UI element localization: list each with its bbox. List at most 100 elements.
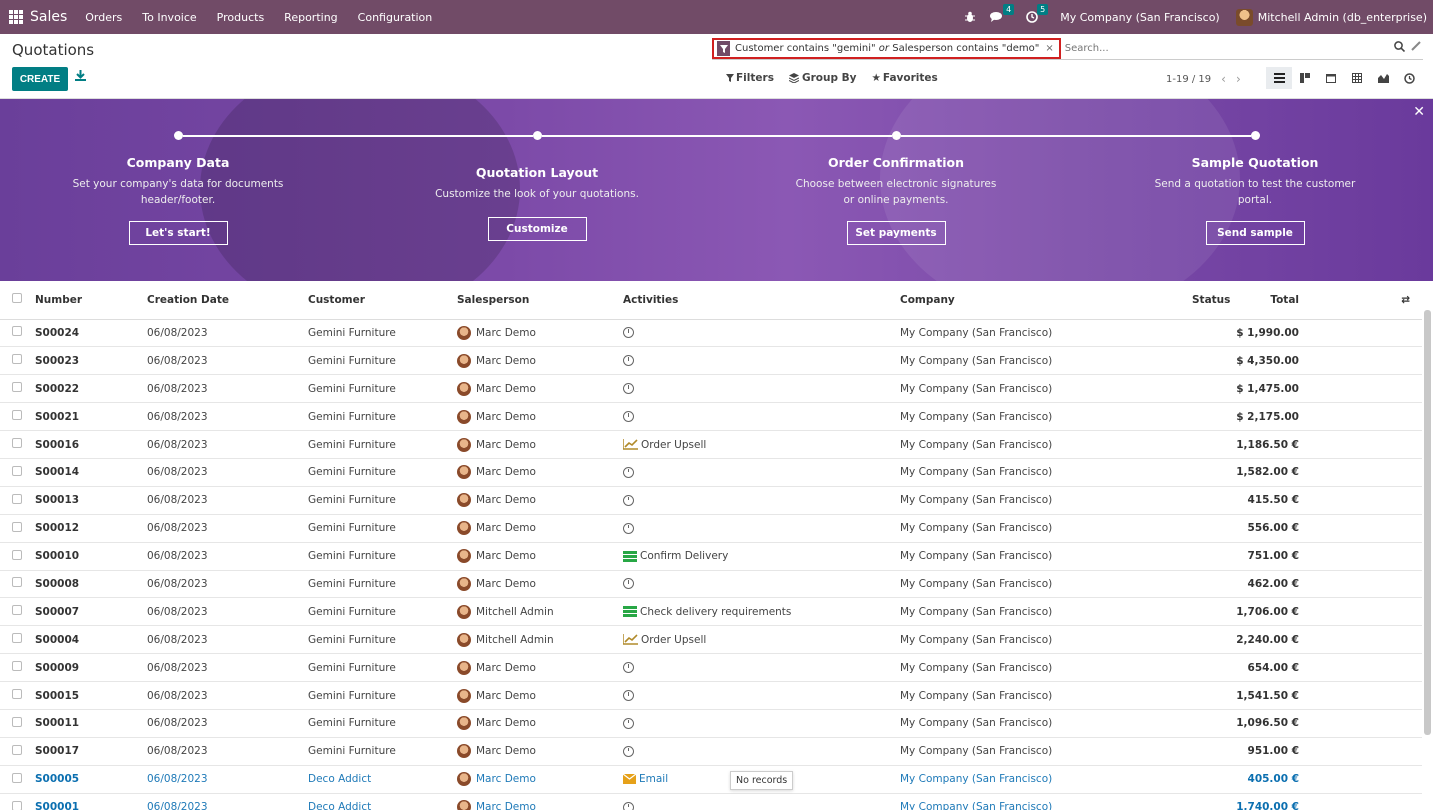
col-creation-date[interactable]: Creation Date <box>147 281 308 320</box>
row-checkbox[interactable] <box>12 577 22 588</box>
col-activities[interactable]: Activities <box>623 281 900 320</box>
row-checkbox[interactable] <box>12 689 22 700</box>
group-by-button[interactable]: Group By <box>788 72 856 84</box>
table-row[interactable]: S00013 06/08/2023 Gemini Furniture Marc Dem… <box>0 486 1422 515</box>
activity-view-icon[interactable] <box>1396 67 1422 89</box>
clock-icon[interactable] <box>623 690 634 702</box>
table-row[interactable]: S00015 06/08/2023 Gemini Furniture Marc Dem… <box>0 681 1422 710</box>
row-checkbox[interactable] <box>12 716 22 727</box>
menu-configuration[interactable]: Configuration <box>358 11 433 24</box>
close-icon[interactable]: ✕ <box>1413 104 1425 120</box>
menu-products[interactable]: Products <box>217 11 265 24</box>
table-row[interactable]: S00005 06/08/2023 Deco Addict Marc Demo Emai… <box>0 765 1422 794</box>
clock-icon[interactable] <box>623 745 634 757</box>
row-checkbox[interactable] <box>12 549 22 560</box>
menu-to-invoice[interactable]: To Invoice <box>142 11 196 24</box>
clock-icon[interactable] <box>623 662 634 674</box>
table-row[interactable]: S00011 06/08/2023 Gemini Furniture Marc Dem… <box>0 709 1422 738</box>
send-sample-button[interactable]: Send sample <box>1205 221 1305 245</box>
customize-button[interactable]: Customize <box>487 217 587 241</box>
menu-orders[interactable]: Orders <box>85 11 122 24</box>
table-row[interactable]: S00010 06/08/2023 Gemini Furniture Marc Dem… <box>0 542 1422 571</box>
col-status[interactable]: Status ⇄ <box>1192 281 1422 320</box>
row-checkbox[interactable] <box>12 661 22 672</box>
col-number[interactable]: Number <box>35 281 147 320</box>
table-row[interactable]: S00012 06/08/2023 Gemini Furniture Marc Dem… <box>0 514 1422 543</box>
table-row[interactable]: S00024 06/08/2023 Gemini Furniture Marc Dem… <box>0 319 1422 348</box>
company-switcher[interactable]: My Company (San Francisco) <box>1060 11 1219 24</box>
row-checkbox[interactable] <box>12 744 22 755</box>
download-icon[interactable] <box>75 70 86 84</box>
clock-icon[interactable] <box>623 522 634 534</box>
row-checkbox[interactable] <box>12 354 22 365</box>
row-checkbox[interactable] <box>12 493 22 504</box>
table-row[interactable]: S00014 06/08/2023 Gemini Furniture Marc Dem… <box>0 458 1422 487</box>
row-checkbox[interactable] <box>12 521 22 532</box>
search-facet[interactable]: Customer contains "gemini" or Salesperso… <box>712 38 1061 59</box>
clock-icon[interactable] <box>623 355 634 367</box>
clock-icon[interactable] <box>623 466 634 478</box>
pivot-view-icon[interactable] <box>1344 67 1370 89</box>
table-row[interactable]: S00016 06/08/2023 Gemini Furniture Marc Dem… <box>0 430 1422 459</box>
filters-button[interactable]: Filters <box>726 72 774 84</box>
clock-icon[interactable] <box>623 327 634 339</box>
kanban-view-icon[interactable] <box>1292 67 1318 89</box>
pager-previous-icon[interactable]: ‹ <box>1221 72 1226 86</box>
row-checkbox[interactable] <box>12 800 22 810</box>
row-checkbox[interactable] <box>12 438 22 448</box>
tasks-icon[interactable] <box>623 550 637 562</box>
tasks-icon[interactable] <box>623 606 637 618</box>
row-checkbox[interactable] <box>12 772 22 783</box>
table-row[interactable]: S00004 06/08/2023 Gemini Furniture Mitchell… <box>0 625 1422 655</box>
row-checkbox[interactable] <box>12 633 22 644</box>
favorites-button[interactable]: ★ Favorites <box>871 72 937 84</box>
row-checkbox[interactable] <box>12 605 22 616</box>
optional-columns-icon[interactable]: ⇄ <box>1401 294 1422 306</box>
table-row[interactable]: S00017 06/08/2023 Gemini Furniture Marc Dem… <box>0 737 1422 766</box>
pager-next-icon[interactable]: › <box>1236 72 1241 86</box>
pencil-icon[interactable] <box>1411 41 1421 54</box>
chart-line-icon[interactable] <box>623 439 638 450</box>
chart-line-icon[interactable] <box>623 634 638 645</box>
table-row[interactable]: S00022 06/08/2023 Gemini Furniture Marc Dem… <box>0 374 1422 404</box>
col-customer[interactable]: Customer <box>308 281 457 320</box>
activities-icon[interactable]: 5 <box>1026 4 1049 23</box>
lets-start-button[interactable]: Let's start! <box>128 221 228 245</box>
messages-icon[interactable]: 4 <box>990 4 1015 23</box>
facet-remove-icon[interactable]: × <box>1045 43 1053 54</box>
calendar-view-icon[interactable] <box>1318 67 1344 89</box>
table-row[interactable]: S00009 06/08/2023 Gemini Furniture Marc Dem… <box>0 653 1422 683</box>
pager-value[interactable]: 1-19 / 19 <box>1166 74 1211 85</box>
col-salesperson[interactable]: Salesperson <box>457 281 623 320</box>
table-row[interactable]: S00008 06/08/2023 Gemini Furniture Marc Dem… <box>0 570 1422 599</box>
list-view-icon[interactable] <box>1266 67 1292 89</box>
row-checkbox[interactable] <box>12 410 22 421</box>
row-checkbox[interactable] <box>12 465 22 476</box>
select-all-checkbox[interactable] <box>12 293 22 304</box>
clock-icon[interactable] <box>623 494 634 506</box>
create-button[interactable]: CREATE <box>12 67 68 91</box>
bug-icon[interactable] <box>964 11 976 23</box>
row-checkbox[interactable] <box>12 326 22 337</box>
user-menu[interactable]: Mitchell Admin (db_enterprise) <box>1235 8 1427 26</box>
menu-reporting[interactable]: Reporting <box>284 11 337 24</box>
clock-icon[interactable] <box>623 411 634 423</box>
app-brand[interactable]: Sales <box>30 9 67 25</box>
clock-icon[interactable] <box>623 578 634 590</box>
graph-view-icon[interactable] <box>1370 67 1396 89</box>
table-row[interactable]: S00001 06/08/2023 Deco Addict Marc Demo My C… <box>0 793 1422 810</box>
clock-icon[interactable] <box>623 801 634 810</box>
clock-icon[interactable] <box>623 717 634 729</box>
set-payments-button[interactable]: Set payments <box>846 221 946 245</box>
table-row[interactable]: S00023 06/08/2023 Gemini Furniture Marc Dem… <box>0 346 1422 376</box>
apps-menu-icon[interactable] <box>9 10 23 24</box>
table-row[interactable]: S00021 06/08/2023 Gemini Furniture Marc Dem… <box>0 402 1422 432</box>
row-checkbox[interactable] <box>12 382 22 393</box>
clock-icon[interactable] <box>623 383 634 395</box>
scrollbar[interactable] <box>1424 310 1431 735</box>
envelope-icon[interactable] <box>623 774 636 785</box>
search-input[interactable] <box>1064 43 1365 54</box>
table-row[interactable]: S00007 06/08/2023 Gemini Furniture Mitchell… <box>0 597 1422 627</box>
search-icon[interactable] <box>1394 41 1406 55</box>
col-company[interactable]: Company <box>900 281 1064 320</box>
